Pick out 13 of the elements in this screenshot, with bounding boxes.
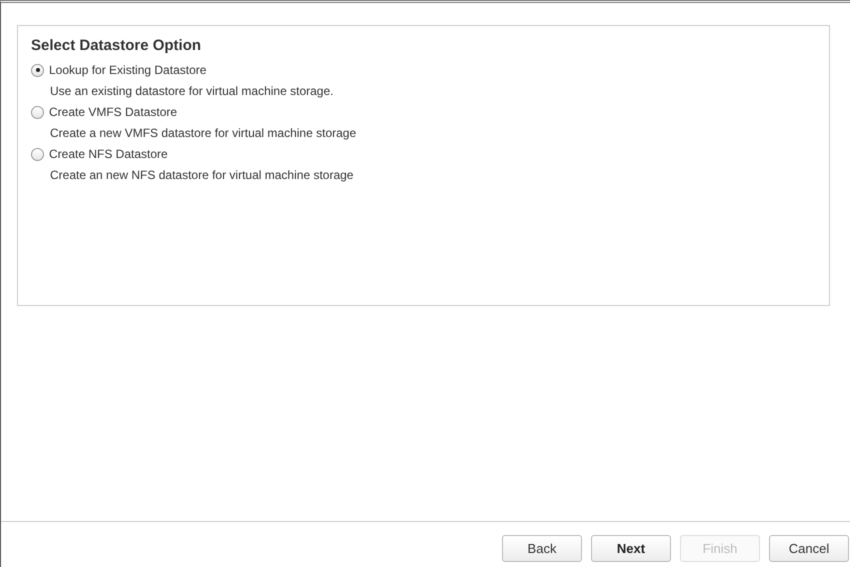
radio-button[interactable]	[31, 148, 44, 160]
wizard-button[interactable]: Next	[591, 535, 671, 562]
option-label[interactable]: Create NFS Datastore	[49, 147, 168, 161]
option-description: Use an existing datastore for virtual machine storage.	[50, 83, 334, 100]
option-description: Create an new NFS datastore for virtual machine storage	[50, 167, 354, 184]
option-label[interactable]: Lookup for Existing Datastore	[49, 63, 206, 77]
wizard-button[interactable]: Cancel	[769, 535, 849, 562]
wizard-button[interactable]: Back	[502, 535, 582, 562]
option-label[interactable]: Create VMFS Datastore	[49, 105, 178, 119]
radio-button[interactable]	[31, 106, 44, 118]
option-description: Create a new VMFS datastore for virtual machine storage	[50, 125, 358, 142]
panel-title: Select Datastore Option	[31, 37, 202, 54]
radio-button[interactable]	[31, 64, 44, 76]
